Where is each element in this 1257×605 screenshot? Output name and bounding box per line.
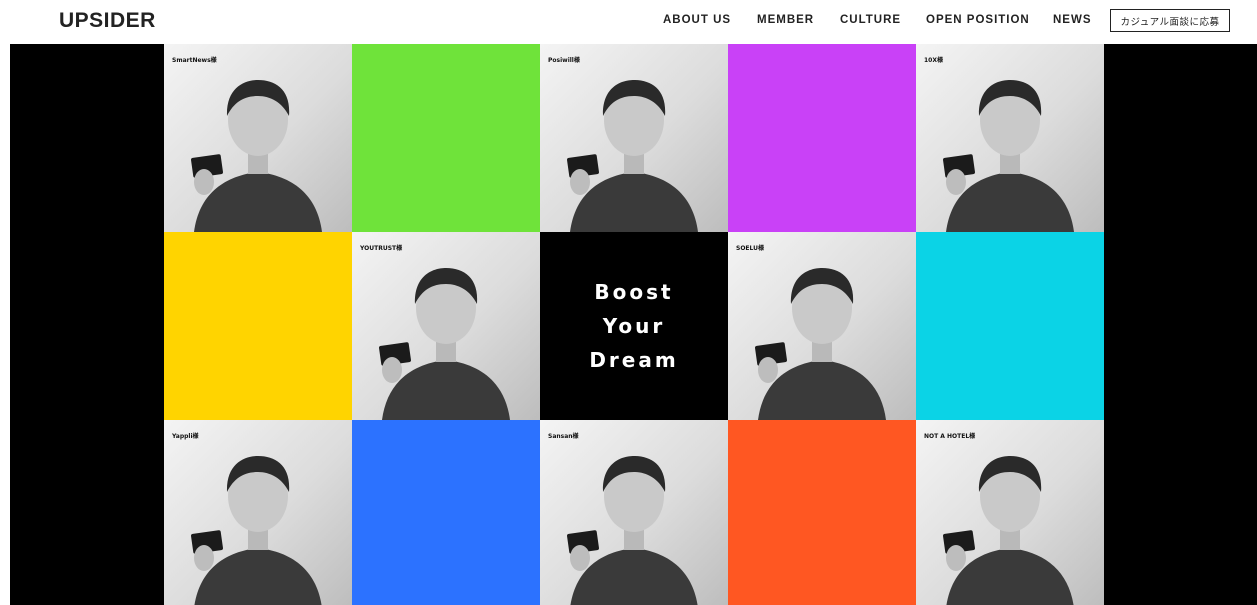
person-photo	[567, 80, 698, 232]
company-tag: Yappli様	[172, 433, 199, 440]
person-hand	[946, 545, 966, 571]
person-photo	[943, 80, 1074, 232]
member-photo-tile: NOT A HOTEL様	[916, 420, 1104, 605]
color-tile	[728, 420, 916, 605]
hero-tagline: Boost Your Dream	[540, 232, 728, 420]
member-photo-tile: SmartNews様	[164, 44, 352, 232]
company-tag: 10X様	[924, 57, 943, 64]
color-tile	[164, 232, 352, 420]
tagline-line: Boost	[594, 280, 674, 304]
person-hand	[570, 169, 590, 195]
member-tile-grid: SmartNews様 Posiwill様 10X様 YOUTRUST様 Boost You…	[164, 44, 1106, 605]
tagline-line: Dream	[589, 348, 679, 372]
company-tag: NOT A HOTEL様	[924, 433, 976, 440]
person-hand	[758, 357, 778, 383]
color-tile	[916, 232, 1104, 420]
main-nav: ABOUT US MEMBER CULTURE OPEN POSITION NE…	[0, 14, 1257, 30]
member-photo-tile: Yappli様	[164, 420, 352, 605]
person-hand	[194, 545, 214, 571]
hero-section: SmartNews様 Posiwill様 10X様 YOUTRUST様 Boost You…	[10, 44, 1257, 605]
casual-interview-button[interactable]: カジュアル面談に応募	[1110, 9, 1230, 32]
nav-about-us[interactable]: ABOUT US	[663, 14, 731, 26]
company-tag: Sansan様	[548, 433, 579, 440]
member-photo-tile: 10X様	[916, 44, 1104, 232]
company-tag: Posiwill様	[548, 57, 580, 64]
member-photo-tile: Posiwill様	[540, 44, 728, 232]
color-tile	[728, 44, 916, 232]
person-photo	[567, 456, 698, 605]
person-hand	[570, 545, 590, 571]
person-hand	[194, 169, 214, 195]
person-photo	[755, 268, 886, 420]
member-photo-tile: YOUTRUST様	[352, 232, 540, 420]
person-photo	[191, 80, 322, 232]
person-photo	[943, 456, 1074, 605]
member-photo-tile: SOELU様	[728, 232, 916, 420]
nav-member[interactable]: MEMBER	[757, 14, 814, 26]
nav-open-position[interactable]: OPEN POSITION	[926, 14, 1030, 26]
nav-news[interactable]: NEWS	[1053, 14, 1092, 26]
member-photo-tile: Sansan様	[540, 420, 728, 605]
company-tag: SmartNews様	[172, 57, 217, 64]
person-photo	[379, 268, 510, 420]
company-tag: YOUTRUST様	[360, 245, 403, 252]
person-photo	[191, 456, 322, 605]
color-tile	[352, 420, 540, 605]
person-hand	[946, 169, 966, 195]
tagline-line: Your	[602, 314, 666, 338]
company-tag: SOELU様	[736, 245, 765, 252]
person-hand	[382, 357, 402, 383]
boost-your-dream-tile: Boost Your Dream	[540, 232, 728, 420]
nav-culture[interactable]: CULTURE	[840, 14, 901, 26]
color-tile	[352, 44, 540, 232]
site-header: UPSIDER ABOUT US MEMBER CULTURE OPEN POS…	[0, 0, 1257, 44]
